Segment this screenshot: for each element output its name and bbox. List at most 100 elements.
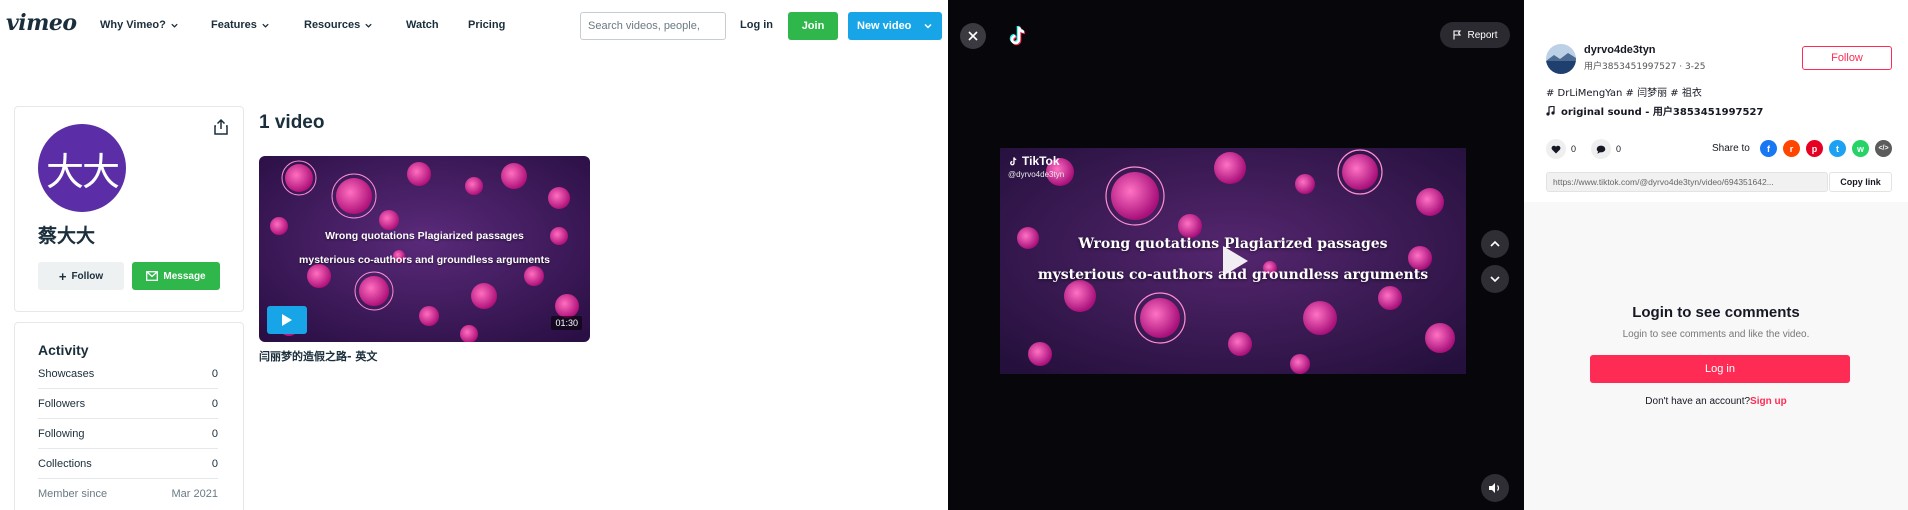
nav-menu-why-vimeo[interactable]: Why Vimeo? — [100, 19, 179, 31]
copy-link-button[interactable]: Copy link — [1829, 172, 1892, 192]
close-button[interactable] — [960, 23, 986, 49]
report-label: Report — [1467, 29, 1498, 41]
thumbnail-caption-line1: Wrong quotations Plagiarized passages — [325, 230, 524, 242]
share-glyph: </> — [1878, 145, 1889, 152]
nav-menu-features[interactable]: Features — [211, 19, 270, 31]
share-glyph: f — [1767, 143, 1770, 154]
envelope-icon — [146, 271, 159, 281]
pinterest-icon[interactable]: p — [1806, 140, 1823, 157]
next-video-button[interactable] — [1481, 265, 1509, 293]
comments-login-subtitle: Login to see comments and like the video… — [1622, 329, 1810, 340]
join-button[interactable]: Join — [788, 12, 838, 40]
nav-menu-label: Features — [211, 19, 257, 31]
avatar[interactable] — [1546, 44, 1576, 74]
profile-name: 蔡大大 — [38, 225, 96, 247]
facebook-icon[interactable]: f — [1760, 140, 1777, 157]
tiktok-details-panel: dyrvo4de3tyn 用户3853451997527 · 3-25 Foll… — [1524, 0, 1908, 510]
stat-value: 0 — [211, 427, 218, 440]
member-since-label: Member since — [38, 488, 108, 500]
chevron-down-icon — [1490, 276, 1500, 283]
video-hashtags[interactable]: # DrLiMengYan # 闫梦丽 # 祖衣 — [1546, 84, 1702, 99]
share-glyph: r — [1789, 143, 1794, 154]
follow-button[interactable]: + Follow — [38, 262, 124, 290]
no-account-text: Don't have an account? — [1645, 396, 1751, 407]
virus-background-image — [259, 156, 590, 342]
video-frame[interactable]: TikTok @dyrvo4de3tyn Wrong quotations Pl… — [1000, 148, 1466, 374]
chevron-down-icon — [171, 23, 178, 28]
like-button[interactable]: 0 — [1546, 139, 1576, 159]
activity-row-followers[interactable]: Followers 0 — [38, 389, 218, 419]
video-title-link[interactable]: 闫丽梦的造假之路- 英文 — [259, 348, 377, 364]
chevron-down-icon — [262, 23, 269, 28]
video-duration: 01:30 — [551, 316, 582, 330]
nav-menu-label: Watch — [406, 19, 439, 31]
new-video-label: New video — [857, 20, 912, 32]
nav-menu-pricing[interactable]: Pricing — [468, 19, 505, 31]
tiktok-logo-icon — [1010, 156, 1017, 165]
report-button[interactable]: Report — [1440, 22, 1510, 48]
author-username[interactable]: dyrvo4de3tyn — [1584, 44, 1656, 56]
watermark-handle: @dyrvo4de3tyn — [1008, 170, 1065, 179]
comment-count: 0 — [1616, 144, 1622, 154]
stat-label: Showcases — [38, 367, 95, 380]
whatsapp-icon[interactable]: w — [1852, 140, 1869, 157]
tiktok-logo-icon[interactable] — [1006, 24, 1030, 48]
tiktok-video-player: Report TikTok @dyrvo4de3tyn Wrong quotat… — [948, 0, 1524, 510]
search-input[interactable] — [580, 12, 726, 40]
member-since-row: Member since Mar 2021 — [38, 479, 218, 509]
speaker-icon — [1489, 483, 1500, 493]
original-sound-link[interactable]: original sound - 用户3853451997527 — [1546, 103, 1763, 118]
message-button[interactable]: Message — [132, 262, 220, 290]
video-thumbnail[interactable]: Wrong quotations Plagiarized passages my… — [259, 156, 590, 342]
follow-button[interactable]: Follow — [1802, 46, 1892, 70]
login-link[interactable]: Log in — [740, 19, 773, 31]
share-glyph: p — [1811, 143, 1818, 154]
like-count: 0 — [1571, 144, 1577, 154]
nav-menu-watch[interactable]: Watch — [406, 19, 439, 31]
vimeo-profile-page: vimeo Why Vimeo? Features Resources Watc… — [0, 0, 948, 510]
chevron-down-icon — [365, 23, 372, 28]
nav-menu-resources[interactable]: Resources — [304, 19, 373, 31]
activity-row-collections[interactable]: Collections 0 — [38, 449, 218, 479]
thumbnail-caption-line2: mysterious co-authors and groundless arg… — [299, 254, 550, 266]
chevron-down-icon — [924, 23, 932, 29]
stat-value: 0 — [211, 397, 218, 410]
play-button[interactable] — [267, 306, 307, 334]
nav-menu-label: Resources — [304, 19, 361, 31]
heart-icon — [1546, 139, 1566, 159]
twitter-icon[interactable]: t — [1829, 140, 1846, 157]
comment-icon — [1591, 139, 1611, 159]
mute-button[interactable] — [1481, 474, 1509, 502]
vimeo-logo[interactable]: vimeo — [6, 10, 77, 36]
share-icon[interactable] — [212, 118, 230, 136]
close-icon — [968, 31, 978, 41]
nav-menu-label: Pricing — [468, 19, 506, 31]
stat-label: Collections — [38, 457, 92, 470]
author-subline: 用户3853451997527 · 3-25 — [1584, 62, 1706, 72]
reddit-icon[interactable]: r — [1783, 140, 1800, 157]
message-label: Message — [163, 270, 206, 282]
activity-row-showcases[interactable]: Showcases 0 — [38, 359, 218, 389]
avatar: 大大 — [38, 124, 126, 212]
video-count: 1 video — [259, 112, 325, 133]
play-icon[interactable] — [1220, 244, 1250, 278]
share-to-label: Share to — [1712, 143, 1750, 154]
follow-label: Follow — [71, 270, 104, 282]
signup-link[interactable]: Sign up — [1750, 396, 1787, 407]
activity-row-following[interactable]: Following 0 — [38, 419, 218, 449]
vimeo-top-nav: vimeo Why Vimeo? Features Resources Watc… — [0, 0, 948, 52]
previous-video-button[interactable] — [1481, 230, 1509, 258]
video-link-field[interactable] — [1546, 172, 1828, 192]
stat-label: Followers — [38, 397, 86, 410]
new-video-button[interactable]: New video — [848, 12, 942, 40]
chevron-up-icon — [1490, 240, 1500, 247]
stat-value: 0 — [211, 457, 218, 470]
login-button[interactable]: Log in — [1590, 355, 1850, 383]
share-glyph: t — [1836, 143, 1839, 154]
music-note-icon — [1546, 105, 1555, 116]
embed-icon[interactable]: </> — [1875, 140, 1892, 157]
play-icon — [282, 314, 292, 326]
tiktok-watermark: TikTok — [1008, 154, 1060, 168]
nav-menu-label: Why Vimeo? — [100, 19, 166, 31]
comment-button[interactable]: 0 — [1591, 139, 1621, 159]
